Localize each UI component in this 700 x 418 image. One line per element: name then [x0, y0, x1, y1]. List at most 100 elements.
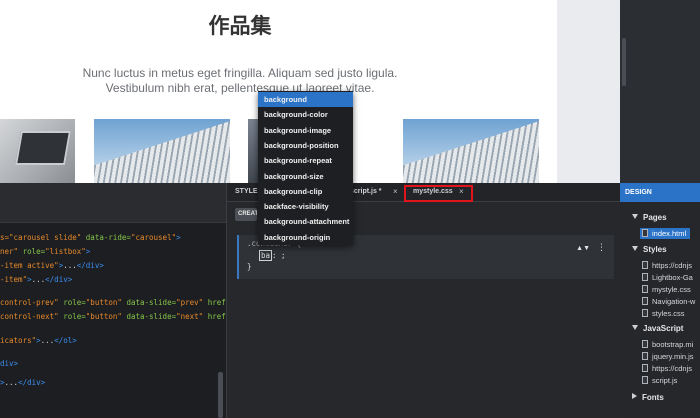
code-token: ...	[31, 275, 46, 284]
script-item[interactable]: jquery.min.js	[642, 352, 694, 361]
code-token: "carousel"	[130, 233, 177, 242]
code-line[interactable]: -item active">...</div>	[0, 261, 104, 270]
code-token: data-ride=	[85, 233, 131, 242]
code-line[interactable]: >...</div>	[0, 378, 45, 387]
preview-text-line-2: Vestibulum nibh erat, pellentesque ut la…	[105, 81, 375, 95]
code-token: </div>	[76, 261, 104, 270]
code-token: ner"	[0, 247, 23, 256]
script-js-tab[interactable]: script.js *	[350, 188, 382, 195]
preview-thumbnail-building	[94, 119, 230, 183]
file-icon	[642, 376, 648, 384]
file-icon	[642, 229, 648, 237]
code-line[interactable]: icators">...</ol>	[0, 336, 77, 345]
more-options-icon[interactable]: ⋮	[597, 242, 606, 252]
pages-section[interactable]: Pages	[632, 213, 667, 222]
page-item[interactable]: index.html	[640, 228, 691, 239]
fonts-section[interactable]: Fonts	[632, 393, 664, 402]
code-token: </div>	[45, 275, 73, 284]
code-token: </ol>	[54, 336, 77, 345]
code-token: role=	[63, 298, 86, 307]
html-editor-toolbar	[0, 183, 226, 223]
code-token: ...	[4, 378, 19, 387]
autocomplete-option[interactable]: background-size	[258, 169, 353, 184]
sort-arrows-icon[interactable]: ▲▼	[576, 245, 590, 252]
styles-section[interactable]: Styles	[632, 245, 667, 254]
style-item[interactable]: Lightbox-Ga	[642, 273, 693, 282]
code-token: >	[176, 233, 181, 242]
autocomplete-option[interactable]: background	[258, 92, 353, 108]
autocomplete-option[interactable]: background-origin	[258, 230, 353, 245]
html-editor-scrollbar[interactable]	[218, 372, 223, 418]
autocomplete-option[interactable]: background-clip	[258, 184, 353, 199]
css-declaration[interactable]: ba: ;	[259, 250, 286, 261]
code-token: control-next"	[0, 312, 64, 321]
javascript-section[interactable]: JavaScript	[632, 324, 683, 333]
autocomplete-option[interactable]: background-image	[258, 123, 353, 138]
code-line[interactable]: ner" role="listbox">	[0, 247, 90, 256]
script-item[interactable]: https://cdnjs	[642, 364, 692, 373]
create-button[interactable]: CREATE	[235, 208, 257, 221]
code-token: "next"	[176, 312, 208, 321]
scrollbar-thumb[interactable]	[622, 38, 626, 86]
preview-title: 作品集	[208, 14, 272, 38]
code-token: >	[85, 247, 91, 256]
code-line[interactable]: div>	[0, 359, 18, 368]
file-icon	[642, 273, 648, 281]
close-icon[interactable]: ×	[393, 187, 398, 196]
right-panel-top	[620, 0, 700, 183]
autocomplete-option[interactable]: backface-visibility	[258, 199, 353, 214]
file-icon	[642, 309, 648, 317]
collapse-icon[interactable]	[632, 393, 637, 399]
css-close-brace: }	[247, 262, 252, 271]
autocomplete-option[interactable]: background-color	[258, 107, 353, 122]
preview-gutter	[557, 0, 620, 183]
design-panel-header[interactable]: DESIGN	[620, 183, 700, 202]
file-icon	[642, 340, 648, 348]
styles-tab[interactable]: STYLE	[235, 188, 258, 195]
css-property-input[interactable]: ba	[259, 250, 273, 261]
file-icon	[642, 297, 648, 305]
code-line[interactable]: s="carousel slide" data-ride="carousel">	[0, 233, 181, 242]
code-token: div>	[0, 359, 19, 368]
code-token: control-prev"	[0, 298, 64, 307]
code-line[interactable]: -item">...</div>	[0, 275, 72, 284]
file-icon	[642, 364, 648, 372]
autocomplete-option[interactable]: background-position	[258, 138, 353, 153]
file-icon	[642, 261, 648, 269]
code-token: -item"	[0, 275, 28, 284]
code-token: data-slide=	[126, 312, 177, 321]
autocomplete-option[interactable]: background-attachment	[258, 214, 353, 229]
file-icon	[642, 352, 648, 360]
autocomplete-option[interactable]: background-repeat	[258, 153, 353, 168]
card-controls: ▲▼ ⋮	[569, 242, 606, 253]
code-token: icators"	[0, 336, 37, 345]
script-item[interactable]: bootstrap.mi	[642, 340, 693, 349]
code-token: role=	[63, 312, 86, 321]
autocomplete-dropdown[interactable]: background background-color background-ima…	[258, 91, 353, 245]
preview-text-line-1: Nunc luctus in metus eget fringilla. Ali…	[82, 66, 398, 80]
expand-icon[interactable]	[632, 325, 638, 330]
style-item[interactable]: styles.css	[642, 309, 685, 318]
expand-icon[interactable]	[632, 246, 638, 251]
design-panel: DESIGN Pages index.html Styles https://c…	[620, 183, 700, 418]
code-token: -item active"	[0, 261, 59, 270]
code-token: data-slide=	[126, 298, 177, 307]
style-item[interactable]: mystyle.css	[642, 285, 691, 294]
code-token: "button"	[85, 298, 127, 307]
code-token: "listbox"	[45, 247, 86, 256]
style-item[interactable]: Navigation-w	[642, 297, 695, 306]
code-token: "prev"	[176, 298, 208, 307]
code-token: s="carousel slide"	[0, 233, 86, 242]
preview-thumbnail-laptop	[0, 119, 75, 183]
style-item[interactable]: https://cdnjs	[642, 261, 692, 270]
code-token: "button"	[85, 312, 127, 321]
expand-icon[interactable]	[632, 214, 638, 219]
preview-thumbnail-building-2	[403, 119, 539, 183]
app-window: 作品集 Nunc luctus in metus eget fringilla.…	[0, 0, 700, 418]
tab-highlight-box	[404, 185, 473, 202]
code-token: </div>	[18, 378, 46, 387]
file-icon	[642, 285, 648, 293]
code-token: ...	[40, 336, 55, 345]
html-editor[interactable]: s="carousel slide" data-ride="carousel">…	[0, 183, 271, 418]
script-item[interactable]: script.js	[642, 376, 677, 385]
